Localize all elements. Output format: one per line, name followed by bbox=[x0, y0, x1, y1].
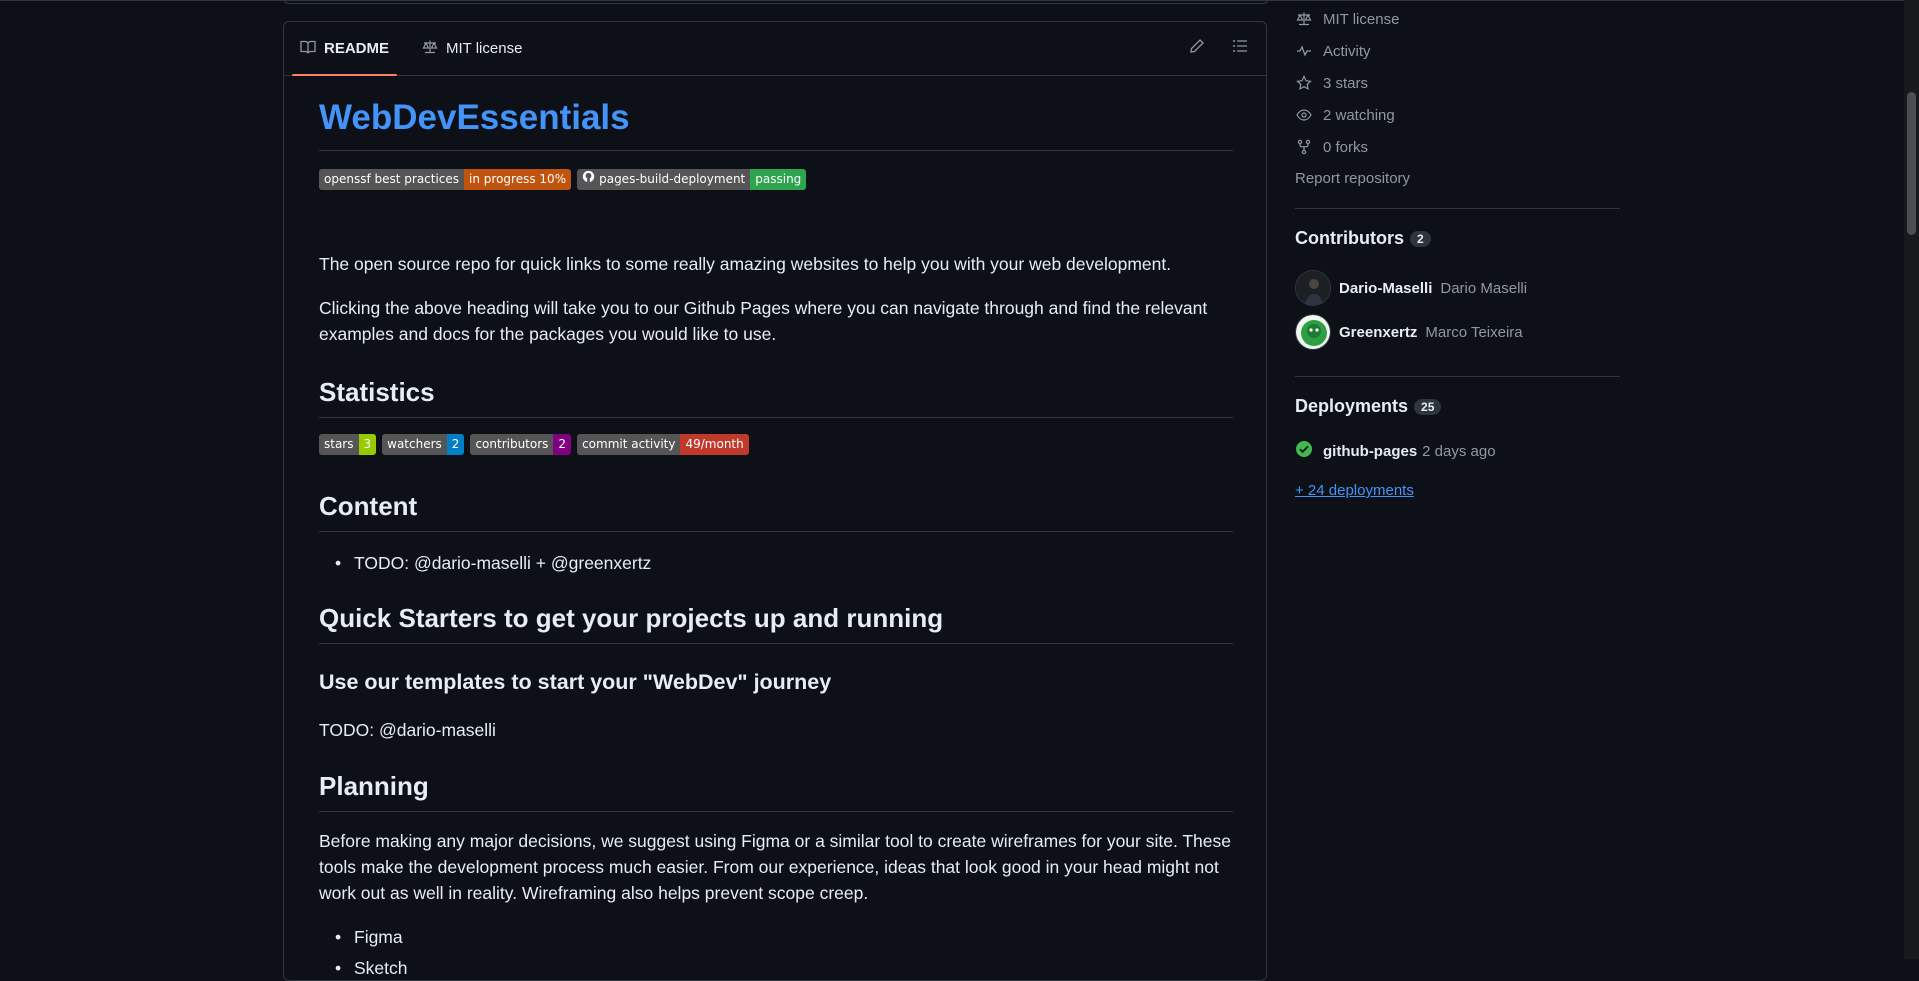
fork-icon bbox=[1295, 138, 1313, 156]
star-icon bbox=[1295, 74, 1313, 92]
sidebar-license-label: MIT license bbox=[1323, 10, 1400, 28]
deployments-count: 25 bbox=[1414, 398, 1442, 415]
divider bbox=[1295, 376, 1620, 377]
deployments-heading-label: Deployments bbox=[1295, 396, 1409, 416]
contributor-login: Dario-Maselli bbox=[1339, 279, 1433, 297]
contributor-greenxertz[interactable]: Greenxertz Marco Teixeira bbox=[1295, 314, 1523, 350]
watchers-badge[interactable]: watchers 2 bbox=[382, 434, 465, 455]
more-deployments-link[interactable]: + 24 deployments bbox=[1295, 482, 1414, 499]
scale-icon bbox=[422, 39, 438, 59]
report-repository-link[interactable]: Report repository bbox=[1295, 170, 1410, 187]
badge-right: in progress 10% bbox=[464, 169, 572, 190]
contributor-login: Greenxertz bbox=[1339, 323, 1418, 341]
previous-panel-edge bbox=[283, 0, 1269, 4]
deployments-heading[interactable]: Deployments 25 bbox=[1295, 396, 1442, 417]
avatar bbox=[1295, 314, 1331, 350]
deployment-item[interactable]: github-pages 2 days ago bbox=[1295, 440, 1496, 462]
templates-heading: Use our templates to start your "WebDev"… bbox=[319, 670, 832, 694]
pages-build-badge[interactable]: pages-build-deployment passing bbox=[577, 169, 807, 190]
openssf-badge[interactable]: openssf best practices in progress 10% bbox=[319, 169, 572, 190]
scale-icon bbox=[1295, 10, 1313, 28]
sidebar-license[interactable]: MIT license bbox=[1295, 10, 1399, 28]
contributor-name: Marco Teixeira bbox=[1425, 323, 1523, 341]
badge-left-text: pages-build-deployment bbox=[599, 172, 746, 186]
list-icon bbox=[1232, 38, 1248, 59]
contributor-name: Dario Maselli bbox=[1440, 279, 1528, 297]
sidebar-watching[interactable]: 2 watching bbox=[1295, 106, 1395, 124]
content-heading: Content bbox=[319, 489, 1233, 532]
badge-right: 49/month bbox=[680, 434, 749, 455]
templates-todo: TODO: @dario-maselli bbox=[319, 720, 496, 740]
contributors-heading-label: Contributors bbox=[1295, 228, 1404, 248]
tab-license[interactable]: MIT license bbox=[414, 22, 530, 75]
readme-content: WebDevEssentials openssf best practices … bbox=[319, 96, 1233, 980]
planning-text: Before making any major decisions, we su… bbox=[319, 831, 1232, 903]
sidebar-activity[interactable]: Activity bbox=[1295, 42, 1371, 60]
sidebar-watching-label: 2 watching bbox=[1323, 106, 1395, 124]
edit-readme-button[interactable] bbox=[1186, 37, 1208, 59]
book-icon bbox=[300, 39, 316, 59]
contributors-count: 2 bbox=[1409, 230, 1431, 247]
badge-left: openssf best practices bbox=[319, 169, 465, 190]
list-item: Figma bbox=[335, 925, 402, 949]
intro-text-2: Clicking the above heading will take you… bbox=[319, 298, 1208, 344]
badge-right: 2 bbox=[446, 434, 465, 455]
intro-text: The open source repo for quick links to … bbox=[319, 254, 1172, 274]
sidebar-stars[interactable]: 3 stars bbox=[1295, 74, 1368, 92]
readme-header: README MIT license bbox=[284, 22, 1266, 76]
contributor-dario[interactable]: Dario-Maselli Dario Maselli bbox=[1295, 270, 1527, 306]
github-icon bbox=[582, 169, 595, 190]
deployment-name: github-pages bbox=[1323, 442, 1418, 460]
tab-readme-label: README bbox=[324, 40, 390, 57]
badge-left: stars bbox=[319, 434, 359, 455]
stars-badge[interactable]: stars 3 bbox=[319, 434, 377, 455]
badges-row: openssf best practices in progress 10% p… bbox=[319, 169, 1233, 190]
statistics-heading: Statistics bbox=[319, 375, 1233, 418]
avatar bbox=[1295, 270, 1331, 306]
list-item: Sketch bbox=[335, 956, 407, 980]
scrollbar-thumb[interactable] bbox=[1907, 92, 1916, 235]
outline-button[interactable] bbox=[1229, 37, 1251, 59]
badge-left: contributors bbox=[470, 434, 554, 455]
list-item: TODO: @dario-maselli + @greenxertz bbox=[335, 551, 651, 575]
badge-left: commit activity bbox=[577, 434, 681, 455]
stat-badges-row: stars 3 watchers 2 contributors 2 commit… bbox=[319, 434, 749, 455]
pulse-icon bbox=[1295, 42, 1313, 60]
tab-readme[interactable]: README bbox=[292, 22, 398, 76]
sidebar-stars-label: 3 stars bbox=[1323, 74, 1369, 92]
badge-left: pages-build-deployment bbox=[577, 169, 751, 190]
commit-activity-badge[interactable]: commit activity 49/month bbox=[577, 434, 749, 455]
contributors-heading[interactable]: Contributors 2 bbox=[1295, 228, 1431, 249]
badge-right: passing bbox=[750, 169, 807, 190]
divider bbox=[1295, 208, 1620, 209]
eye-icon bbox=[1295, 106, 1313, 124]
sidebar-forks-label: 0 forks bbox=[1323, 138, 1369, 156]
sidebar-activity-label: Activity bbox=[1323, 42, 1371, 60]
sidebar-forks[interactable]: 0 forks bbox=[1295, 138, 1368, 156]
contributors-badge[interactable]: contributors 2 bbox=[470, 434, 572, 455]
readme-panel: README MIT license WebDevEssentials open… bbox=[283, 21, 1267, 981]
badge-right: 2 bbox=[553, 434, 572, 455]
check-circle-icon bbox=[1295, 440, 1313, 462]
pencil-icon bbox=[1189, 38, 1205, 59]
deployment-time: 2 days ago bbox=[1422, 442, 1496, 460]
badge-right: 3 bbox=[358, 434, 377, 455]
badge-left: watchers bbox=[382, 434, 447, 455]
planning-heading: Planning bbox=[319, 769, 1233, 812]
tab-license-label: MIT license bbox=[446, 40, 523, 57]
readme-title[interactable]: WebDevEssentials bbox=[319, 96, 1233, 151]
quick-starters-heading: Quick Starters to get your projects up a… bbox=[319, 601, 1233, 644]
